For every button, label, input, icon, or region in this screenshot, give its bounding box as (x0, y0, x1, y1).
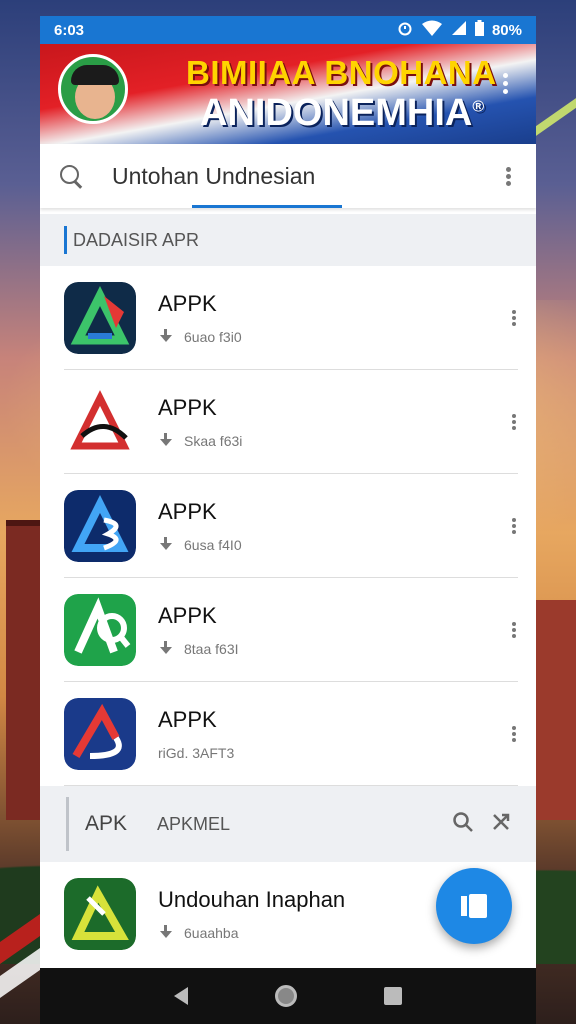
app-icon-blue-triangle[interactable] (64, 490, 136, 562)
signal-icon (451, 20, 467, 40)
app-name: APPK (158, 291, 217, 316)
book-icon (461, 894, 487, 918)
app-meta-text: 8taa f63I (184, 641, 239, 657)
item-menu-icon[interactable] (512, 620, 516, 640)
alarm-icon (397, 20, 413, 40)
app-meta-text: 6uao f3i0 (184, 329, 242, 345)
recents-icon[interactable] (384, 987, 403, 1005)
list-item[interactable]: APPK Skaa f63i (40, 370, 536, 474)
app-info: APPK 8taa f63I (158, 603, 512, 657)
app-list: APPK 6uao f3i0 APPK Skaa f63i APPK 6usa … (40, 266, 536, 786)
app-icon-green-yellow[interactable] (64, 878, 136, 950)
wifi-icon (421, 20, 443, 40)
app-info: APPK 6uao f3i0 (158, 291, 512, 345)
app-info: APPK 6usa f4I0 (158, 499, 512, 553)
app-icon-red-triangle[interactable] (64, 386, 136, 458)
battery-icon (474, 20, 484, 40)
registered-mark: ® (472, 98, 485, 116)
app-icon-green-triangle[interactable] (64, 282, 136, 354)
avatar-cap (71, 65, 119, 85)
item-menu-icon[interactable] (512, 412, 516, 432)
app-meta: riGd. 3AFT3 (158, 745, 512, 761)
list-item[interactable]: APPK riGd. 3AFT3 (40, 682, 536, 786)
banner-title-line1: BIMIIAA BNOHANA (186, 54, 497, 91)
section-header-apk: APK APKMEL (40, 786, 536, 862)
search-input[interactable]: Untohan Undnesian (112, 163, 498, 190)
app-meta: Skaa f63i (158, 433, 512, 449)
phone-screen: 6:03 80% BIMIIAA BNOHANA ANIDONEMHIA® Un… (40, 16, 536, 1024)
app-name: APPK (158, 603, 217, 628)
list-item[interactable]: APPK 6uao f3i0 (40, 266, 536, 370)
search-bar[interactable]: Untohan Undnesian (40, 144, 536, 208)
section-header: DADAISIR APR (40, 214, 536, 266)
section-label-apk[interactable]: APK (85, 812, 127, 836)
download-icon (158, 537, 174, 553)
app-info: APPK riGd. 3AFT3 (158, 707, 512, 761)
app-meta: 6usa f4I0 (158, 537, 512, 553)
section-divider-bar (66, 797, 69, 851)
background-tower-left (6, 520, 40, 820)
share-icon[interactable] (488, 811, 514, 837)
floating-action-button[interactable] (436, 868, 512, 944)
system-nav-bar (40, 968, 536, 1024)
item-menu-icon[interactable] (512, 724, 516, 744)
search-icon[interactable] (58, 163, 84, 189)
section-title: DADAISIR APR (73, 229, 200, 250)
app-meta-text: Skaa f63i (184, 433, 243, 449)
app-info: APPK Skaa f63i (158, 395, 512, 449)
app-meta-text: 6uaahba (184, 925, 239, 941)
download-icon (158, 329, 174, 345)
app-name: APPK (158, 499, 217, 524)
download-icon (158, 641, 174, 657)
back-icon[interactable] (173, 987, 188, 1005)
item-menu-icon[interactable] (512, 308, 516, 328)
download-icon (158, 433, 174, 449)
download-icon (158, 925, 174, 941)
app-meta-text: 6usa f4I0 (184, 537, 242, 553)
kebab-menu-icon[interactable] (503, 70, 508, 97)
app-icon-navy-triangle[interactable] (64, 698, 136, 770)
item-menu-icon[interactable] (512, 516, 516, 536)
app-meta: 8taa f63I (158, 641, 512, 657)
status-icons: 80% (397, 20, 522, 40)
banner-title-line2-text: ANIDONEMHIA (200, 92, 473, 134)
list-item[interactable]: APPK 6usa f4I0 (40, 474, 536, 578)
app-name: APPK (158, 707, 217, 732)
search-menu-icon[interactable] (498, 165, 518, 188)
app-icon-green-apk[interactable] (64, 594, 136, 666)
battery-percent: 80% (491, 21, 522, 39)
app-meta: 6uao f3i0 (158, 329, 512, 345)
list-item[interactable]: APPK 8taa f63I (40, 578, 536, 682)
section-label-apkmel[interactable]: APKMEL (157, 814, 438, 835)
status-time: 6:03 (54, 21, 85, 39)
section-accent-bar (64, 226, 67, 254)
app-name: APPK (158, 395, 217, 420)
banner-title-line2: ANIDONEMHIA® (200, 92, 484, 135)
app-meta-text: riGd. 3AFT3 (158, 745, 235, 761)
avatar (58, 54, 128, 124)
search-icon[interactable] (450, 811, 476, 837)
app-banner: BIMIIAA BNOHANA ANIDONEMHIA® (40, 44, 536, 144)
status-bar: 6:03 80% (40, 16, 536, 44)
search-active-underline (192, 205, 342, 208)
home-icon[interactable] (274, 985, 297, 1007)
